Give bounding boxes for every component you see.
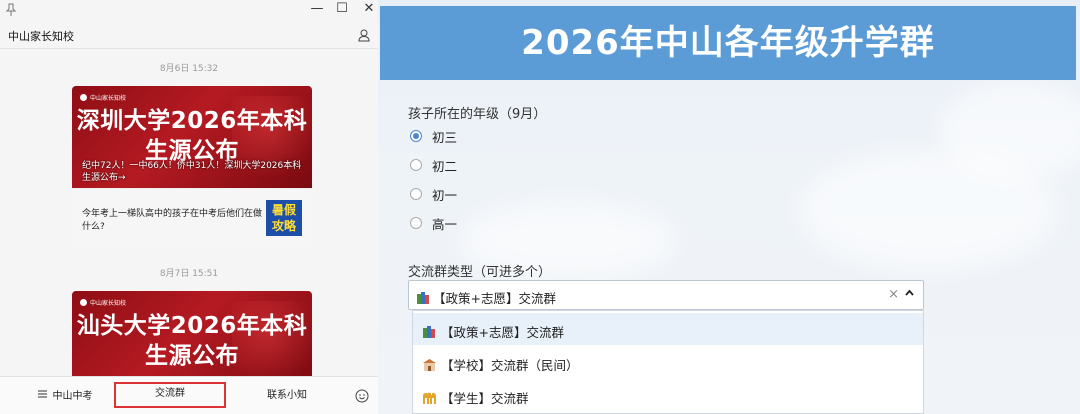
window-titlebar: — ☐ ✕	[0, 0, 378, 22]
radio-label: 初一	[432, 187, 458, 203]
menu-icon	[37, 377, 47, 414]
books-icon	[417, 289, 429, 304]
radio-label: 初二	[432, 158, 458, 174]
school-icon	[423, 356, 436, 371]
thumbnail-text-1: 暑假	[271, 203, 296, 217]
chat-panel: — ☐ ✕ 中山家长知校 8月6日 15:32 中山家长知校 深圳大学2026年…	[0, 0, 378, 414]
sub-article[interactable]: 今年考上一梯队高中的孩子在中考后他们在做什么? 暑假 攻略	[72, 188, 312, 249]
banner-logo-text: 中山家长知校	[90, 300, 127, 307]
dropdown-menu: 【政策+志愿】交流群 【学校】交流群（民间） 【学生】交流群	[412, 310, 924, 414]
radio-option-gaoyi[interactable]: 高一	[410, 213, 457, 233]
radio-option-chusan[interactable]: 初三	[410, 126, 457, 146]
sub-article-thumbnail: 暑假 攻略	[266, 200, 302, 236]
message-timestamp: 8月7日 15:51	[159, 269, 219, 279]
radio-option-chuer[interactable]: 初二	[410, 155, 457, 175]
headline-line1: 纪中72人！一中66人！侨中31人！深圳大学2026本科	[82, 161, 302, 171]
maximize-button[interactable]: ☐	[333, 1, 351, 16]
profile-icon[interactable]	[358, 27, 370, 46]
close-button[interactable]: ✕	[360, 1, 378, 16]
logo-mark	[80, 299, 87, 306]
dropdown-option-school[interactable]: 【学校】交流群（民间）	[413, 346, 923, 378]
menu-item-groups[interactable]: 交流群	[114, 377, 226, 414]
message-timestamp: 8月6日 15:32	[159, 64, 219, 74]
option-label: 【学校】交流群（民间）	[441, 358, 579, 373]
selected-value: 【政策+志愿】交流群	[433, 291, 556, 306]
radio-button[interactable]	[410, 159, 422, 171]
menu-item-zhongkao[interactable]: 中山中考	[30, 377, 100, 414]
form-header: 2026年中山各年级升学群	[380, 6, 1076, 80]
headline-line2: 生源公布→	[82, 173, 126, 183]
minimize-button[interactable]: —	[308, 1, 326, 16]
menu-item-label: 中山中考	[52, 391, 93, 402]
radio-label: 初三	[432, 129, 458, 145]
form-panel: 2026年中山各年级升学群 孩子所在的年级（9月） 初三 初二 初一 高一 交流…	[378, 0, 1080, 414]
bottom-menu: 中山中考 交流群 联系小知	[0, 376, 378, 414]
clear-icon[interactable]: ×	[888, 287, 899, 302]
group-type-select[interactable]: 【政策+志愿】交流群 ×	[408, 280, 924, 310]
books-icon	[423, 323, 435, 338]
banner-title-line1: 汕头大学2026年本科	[76, 313, 308, 339]
radio-button[interactable]	[410, 217, 422, 229]
menu-item-contact[interactable]: 联系小知	[252, 377, 322, 414]
dropdown-option-student[interactable]: 【学生】交流群	[413, 379, 923, 411]
logo-mark	[80, 94, 87, 101]
sub-article-title: 今年考上一梯队高中的孩子在中考后他们在做什么?	[82, 209, 263, 232]
question-grade-label: 孩子所在的年级（9月）	[408, 107, 547, 122]
question-group-type-label: 交流群类型（可进多个）	[408, 265, 552, 280]
radio-button[interactable]	[410, 188, 422, 200]
raised-hands-icon	[423, 389, 436, 404]
banner-logo: 中山家长知校	[80, 93, 126, 102]
banner-logo: 中山家长知校	[80, 298, 126, 307]
article-card[interactable]: 中山家长知校 深圳大学2026年本科 生源公布 纪中72人！一中66人！侨中31…	[72, 86, 312, 249]
option-label: 【学生】交流群	[441, 391, 529, 406]
dropdown-option-policy[interactable]: 【政策+志愿】交流群	[413, 313, 923, 345]
pin-icon[interactable]	[5, 3, 17, 20]
article-headline: 纪中72人！一中66人！侨中31人！深圳大学2026本科 生源公布→	[82, 160, 304, 184]
radio-label: 高一	[432, 216, 458, 232]
banner-logo-text: 中山家长知校	[90, 95, 127, 102]
emoji-icon[interactable]	[355, 388, 369, 407]
radio-option-chuyi[interactable]: 初一	[410, 184, 457, 204]
radio-button[interactable]	[410, 130, 422, 142]
form-title: 2026年中山各年级升学群	[521, 23, 935, 63]
banner-title-line1: 深圳大学2026年本科	[76, 108, 308, 134]
chat-title: 中山家长知校	[8, 30, 74, 43]
thumbnail-text-2: 攻略	[271, 219, 296, 233]
banner-title-line2: 生源公布	[145, 343, 239, 369]
option-label: 【政策+志愿】交流群	[441, 325, 564, 340]
article-banner[interactable]: 中山家长知校 深圳大学2026年本科 生源公布 纪中72人！一中66人！侨中31…	[72, 86, 312, 188]
chat-header: 中山家长知校	[0, 22, 378, 49]
chevron-up-icon[interactable]	[905, 286, 914, 299]
